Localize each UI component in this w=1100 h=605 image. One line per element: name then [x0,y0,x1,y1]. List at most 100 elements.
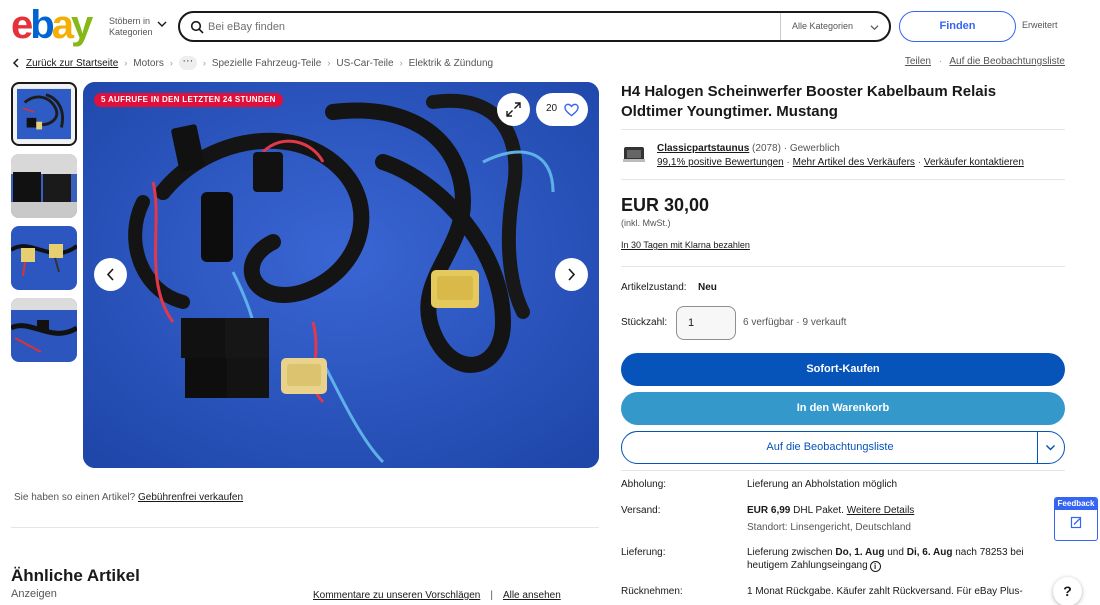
delivery-condition: heutigem Zahlungseingang [747,560,868,571]
separator-dot: · [938,56,943,67]
breadcrumb-separator: › [327,58,331,68]
search-icon [190,20,204,34]
seller-type: · Gewerblich [783,143,840,154]
chevron-down-icon [870,25,879,31]
shipping-details-link[interactable]: Weitere Details [847,505,915,516]
thumbnail-2[interactable] [11,154,77,218]
chevron-down-icon[interactable] [1045,443,1056,452]
sell-prompt: Sie haben so einen Artikel? [14,492,136,503]
heart-icon [564,103,579,117]
next-image-button[interactable] [555,258,588,291]
quantity-input[interactable] [676,306,736,340]
tax-note: (inkl. MwSt.) [621,218,671,228]
advanced-search-link[interactable]: Erweitert [1022,20,1058,30]
breadcrumb-back-link[interactable]: Zurück zur Startseite [26,58,118,69]
category-select[interactable]: Alle Kategorien [780,13,891,40]
divider [621,266,1065,267]
delivery-date-from: Do, 1. Aug [835,547,885,558]
delivery-line: Lieferung zwischen Do, 1. Aug und Di, 6.… [747,547,1024,558]
breadcrumb-item-electrics[interactable]: Elektrik & Zündung [409,58,494,69]
contact-seller-link[interactable]: Verkäufer kontaktieren [924,157,1024,168]
shipping-price: EUR 6,99 [747,505,791,516]
divider [621,470,1065,471]
seller-name-link[interactable]: Classicpartstaunus [657,143,749,154]
watchlist-link[interactable]: Auf die Beobachtungsliste [949,56,1065,67]
breadcrumb-separator: › [399,58,403,68]
previous-image-button[interactable] [94,258,127,291]
sell-similar: Sie haben so einen Artikel? Gebührenfrei… [14,492,243,503]
breadcrumb-separator: › [169,58,173,68]
delivery-zip: nach 78253 bei [955,547,1024,558]
sell-free-link[interactable]: Gebührenfrei verkaufen [138,492,243,503]
buy-now-button[interactable]: Sofort-Kaufen [621,353,1065,386]
seller-rating-count: (2078) [752,143,781,154]
harness-product-photo [83,82,599,468]
returns-value: 1 Monat Rückgabe. Käufer zahlt Rückversa… [747,586,1023,597]
thumbnail-3[interactable] [11,226,77,290]
item-price: EUR 30,00 [621,195,710,215]
breadcrumb-more-icon[interactable]: ··· [178,56,197,70]
find-button[interactable]: Finden [899,11,1016,42]
klarna-link[interactable]: In 30 Tagen mit Klarna bezahlen [621,240,750,250]
info-icon[interactable]: i [869,561,881,572]
watch-count: 20 [546,103,558,114]
ebay-logo[interactable]: ebay [11,3,95,47]
chevron-left-icon [12,58,19,68]
seller-logo[interactable] [623,145,645,163]
breadcrumb-item-motors[interactable]: Motors [133,58,164,69]
share-link[interactable]: Teilen [905,56,931,67]
delivery-label: Lieferung: [621,547,666,558]
separator: | [490,590,493,601]
positive-feedback-link[interactable]: 99,1% positive Bewertungen [657,157,784,168]
watch-button[interactable]: 20 [536,93,588,126]
pickup-label: Abholung: [621,479,667,490]
breadcrumb-item-special-parts[interactable]: Spezielle Fahrzeug-Teile [212,58,322,69]
available-count: 6 verfügbar [743,317,794,328]
chevron-down-icon [157,21,167,27]
divider [621,179,1065,180]
availability: 6 verfügbar · 9 verkauft [743,317,846,328]
search-bar: Alle Kategorien [178,11,891,42]
feedback-edit-icon [1070,516,1082,529]
feedback-label: Feedback [1055,498,1097,510]
thumbnail-4[interactable] [11,298,77,362]
ads-label: Anzeigen [11,588,57,600]
see-all-link[interactable]: Alle ansehen [503,590,561,601]
relay-photo-thumbnail [11,154,77,218]
category-select-value: Alle Kategorien [792,21,854,31]
breadcrumb: Zurück zur Startseite › Motors › ··· › S… [12,56,493,70]
condition-value: Neu [698,282,717,293]
delivery-line-2: heutigem Zahlungseingang i [747,560,881,572]
delivery-date-to: Di, 6. Aug [906,547,953,558]
chevron-right-icon [568,268,576,281]
header: ebay Stöbern in Kategorien Alle Kategori… [0,0,1100,52]
pickup-value: Lieferung an Abholstation möglich [747,479,898,490]
item-location: Standort: Linsengericht, Deutschland [747,522,911,533]
suggestions-feedback-link[interactable]: Kommentare zu unseren Vorschlägen [313,590,480,601]
quantity-label: Stückzahl: [621,317,668,328]
breadcrumb-item-us-car[interactable]: US-Car-Teile [336,58,393,69]
sold-count: · 9 verkauft [796,317,847,328]
watchlist-split-divider [1037,431,1038,464]
logo-letter: a [51,3,74,47]
add-to-watchlist-button[interactable]: Auf die Beobachtungsliste [621,431,1065,464]
more-items-link[interactable]: Mehr Artikel des Verkäufers [793,157,915,168]
views-badge: 5 AUFRUFE IN DEN LETZTEN 24 STUNDEN [94,93,283,107]
thumbnail-1[interactable] [11,82,77,146]
similar-items-heading: Ähnliche Artikel [11,566,140,585]
shipping-method: DHL Paket. [793,505,844,516]
top-links: Teilen · Auf die Beobachtungsliste [905,56,1065,67]
shipping-label: Versand: [621,505,661,516]
watchlist-button-label: Auf die Beobachtungsliste [766,441,894,453]
add-to-cart-button[interactable]: In den Warenkorb [621,392,1065,425]
wiring-photo-thumbnail [11,298,77,362]
similar-links: Kommentare zu unseren Vorschlägen | Alle a… [313,590,561,601]
harness-photo-thumbnail [17,88,71,140]
feedback-widget[interactable]: Feedback [1054,497,1098,541]
seller-links: 99,1% positive Bewertungen · Mehr Artike… [657,157,1024,168]
search-input[interactable] [208,18,768,36]
delivery-and: und [887,547,904,558]
help-button[interactable]: ? [1053,577,1082,605]
main-product-image[interactable]: 5 AUFRUFE IN DEN LETZTEN 24 STUNDEN 20 [83,82,599,468]
fullscreen-button[interactable] [497,93,530,126]
